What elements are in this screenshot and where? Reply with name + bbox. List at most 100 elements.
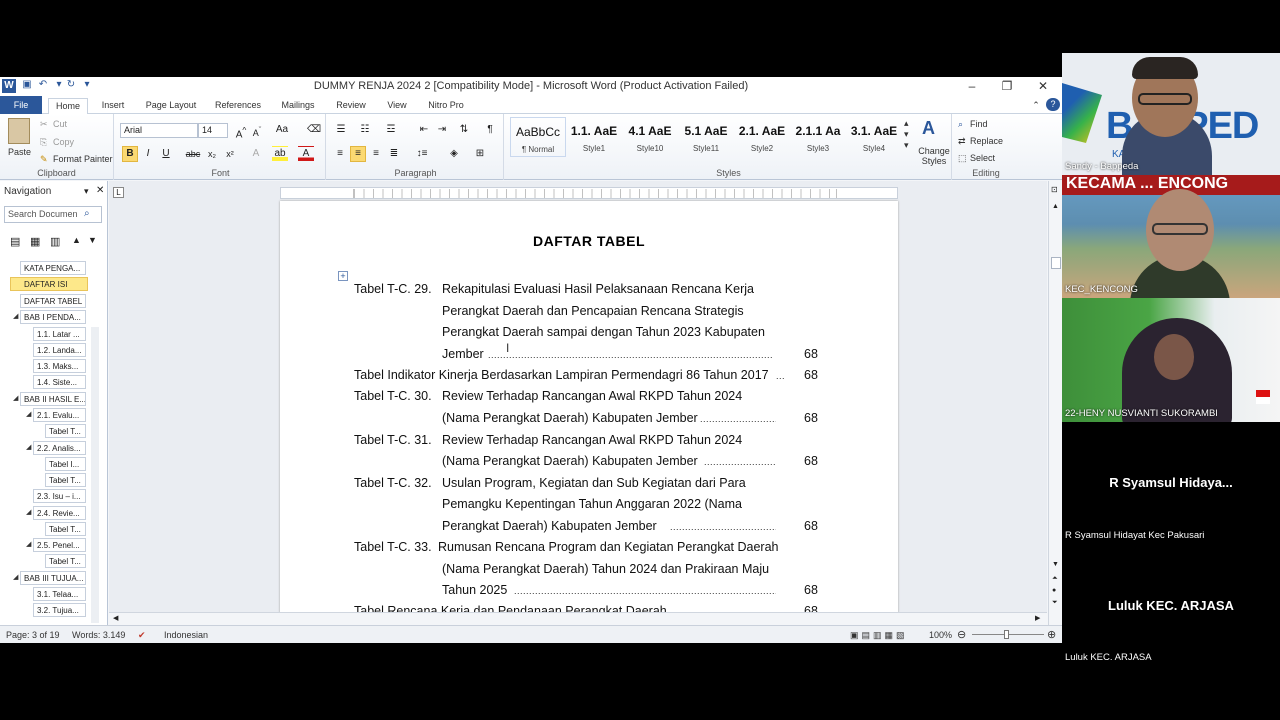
toc-entry-line[interactable]: (Nama Perangkat Daerah) Tahun 2024 dan P… (442, 560, 783, 578)
nav-heading-item[interactable]: BAB I PENDA... (20, 310, 86, 324)
toc-entry-line[interactable]: (Nama Perangkat Daerah) Kabupaten Jember (442, 452, 698, 470)
highlight-icon[interactable]: ab (272, 146, 288, 162)
language-indicator[interactable]: Indonesian (164, 630, 208, 640)
minimize-button[interactable]: – (955, 77, 989, 96)
toc-page-number[interactable]: 68 (804, 409, 818, 427)
participant-tile-luluk[interactable]: Luluk KEC. ARJASA Luluk KEC. ARJASA (1062, 546, 1280, 668)
style-style3[interactable]: 2.1.1 Aa Style3 (790, 117, 846, 157)
borders-icon[interactable]: ⊞ (470, 146, 490, 162)
participant-tile-kencong[interactable]: KECAMA ... ENCONG KEC_KENCONG (1062, 175, 1280, 298)
nav-heading-item[interactable]: Tabel I... (45, 457, 86, 471)
shading-icon[interactable]: ◈ (444, 146, 464, 162)
shrink-font-icon[interactable]: Aˇ (250, 122, 264, 138)
align-left-icon[interactable]: ≡ (332, 146, 348, 162)
ruler-toggle-icon[interactable]: ⊡ (1051, 185, 1058, 194)
collapse-caret-icon[interactable]: ◢ (26, 508, 31, 516)
close-button[interactable]: ✕ (1026, 77, 1060, 96)
copy-icon[interactable]: ⎘ (40, 137, 47, 148)
select-icon[interactable]: ⬚ (958, 153, 967, 164)
tab-references[interactable]: References (210, 98, 266, 114)
horizontal-scrollbar[interactable]: ◀ ▶ (109, 612, 1047, 625)
toc-page-number[interactable]: 68 (804, 345, 818, 363)
toc-entry-line[interactable]: Perangkat Daerah dan Pencapaian Rencana … (442, 302, 783, 320)
toc-entry-line[interactable]: Review Terhadap Rancangan Awal RKPD Tahu… (442, 431, 783, 449)
font-color-icon[interactable]: A (298, 146, 314, 162)
font-name-combo[interactable]: Arial (120, 123, 198, 138)
scroll-thumb[interactable] (1051, 257, 1061, 269)
replace-icon[interactable]: ⇄ (958, 136, 966, 147)
cut-icon[interactable]: ✂ (40, 119, 48, 130)
clear-formatting-icon[interactable]: ⌫ (306, 122, 322, 138)
nav-heading-item[interactable]: 1.4. Siste... (33, 375, 86, 389)
participant-tile-heny[interactable]: 22-HENY NUSVIANTI SUKORAMBI (1062, 298, 1280, 422)
decrease-indent-icon[interactable]: ⇤ (416, 122, 432, 138)
numbering-icon[interactable]: ☷ (356, 122, 374, 138)
toc-entry-prefix[interactable]: Tabel T-C. 30. (354, 387, 432, 405)
restore-button[interactable]: ❐ (990, 77, 1024, 96)
superscript-button[interactable]: x² (222, 146, 238, 162)
nav-heading-item[interactable]: Tabel T... (45, 522, 86, 536)
select-button[interactable]: Select (970, 153, 995, 163)
toc-page-number[interactable]: 68 (804, 452, 818, 470)
zoom-out-icon[interactable]: ⊖ (957, 628, 966, 641)
cut-button[interactable]: Cut (53, 119, 67, 129)
styles-more-icon[interactable]: ▴ ▾ ▾ (904, 118, 909, 151)
vertical-scrollbar[interactable]: ⊡ ▲ ▼ ⏶ ● ⏷ (1048, 181, 1062, 625)
align-right-icon[interactable]: ≡ (368, 146, 384, 162)
nav-heading-item[interactable]: 2.5. Penel... (33, 538, 86, 552)
nav-heading-item[interactable]: BAB III TUJUA... (20, 571, 86, 585)
justify-icon[interactable]: ≣ (386, 146, 402, 162)
toc-entry-prefix[interactable]: Tabel T-C. 33. (354, 538, 432, 556)
view-buttons-icon[interactable]: ▣▤▥▦▧ (850, 630, 908, 641)
toc-entry-prefix[interactable]: Tabel T-C. 29. (354, 280, 432, 298)
document-page[interactable]: DAFTAR TABEL + Tabel T-C. 29. Rekapitula… (280, 201, 898, 613)
nav-heading-item[interactable]: DAFTAR TABEL (20, 294, 86, 308)
nav-heading-item[interactable]: KATA PENGA... (20, 261, 86, 275)
nav-heading-item[interactable]: BAB II HASIL E... (20, 392, 86, 406)
participant-tile-sandy[interactable]: BAPPED KA ... BER Sandy - Bappeda (1062, 53, 1280, 175)
toc-entry-line[interactable]: Rekapitulasi Evaluasi Hasil Pelaksanaan … (442, 280, 783, 298)
previous-page-icon[interactable]: ⏶ (1052, 575, 1058, 583)
tab-selector-icon[interactable]: L (113, 187, 124, 198)
italic-button[interactable]: I (140, 146, 156, 162)
scroll-up-icon[interactable]: ▲ (1052, 203, 1059, 210)
style-style10[interactable]: 4.1 AaE Style10 (622, 117, 678, 157)
zoom-in-icon[interactable]: ⊕ (1047, 628, 1056, 641)
toc-entry-line[interactable]: Usulan Program, Kegiatan dan Sub Kegiata… (442, 474, 783, 492)
style-normal[interactable]: AaBbCc ¶ Normal (510, 117, 566, 157)
format-painter-button[interactable]: Format Painter (53, 154, 113, 164)
underline-button[interactable]: U (158, 146, 174, 162)
nav-heading-item[interactable]: 1.1. Latar ... (33, 327, 86, 341)
page-count[interactable]: Page: 3 of 19 (6, 630, 60, 640)
scroll-left-icon[interactable]: ◀ (113, 614, 118, 622)
nav-heading-item-active[interactable]: DAFTAR ISI (10, 277, 88, 291)
strikethrough-button[interactable]: abc (184, 146, 202, 162)
minimize-ribbon-icon[interactable]: ⌃ (1030, 98, 1042, 114)
toc-entry-line[interactable]: Perangkat Daerah) Kabupaten Jember (442, 517, 657, 535)
nav-heading-item[interactable]: 2.4. Revie... (33, 506, 86, 520)
tab-nitro-pro[interactable]: Nitro Pro (420, 98, 472, 114)
paste-button[interactable]: Paste (8, 147, 31, 157)
copy-button[interactable]: Copy (53, 137, 74, 147)
browse-pages-icon[interactable]: ▦ (30, 235, 40, 248)
line-spacing-icon[interactable]: ↕≡ (412, 146, 432, 162)
text-effects-icon[interactable]: A (248, 146, 264, 162)
collapse-caret-icon[interactable]: ◢ (26, 540, 31, 548)
table-move-handle-icon[interactable]: + (338, 271, 348, 281)
zoom-slider-thumb[interactable] (1004, 630, 1009, 639)
nav-up-icon[interactable]: ▲ (72, 235, 81, 245)
collapse-caret-icon[interactable]: ◢ (13, 394, 18, 402)
nav-options-icon[interactable]: ▾ (84, 186, 89, 197)
nav-heading-item[interactable]: Tabel T... (45, 554, 86, 568)
paste-icon[interactable] (8, 118, 30, 144)
next-page-icon[interactable]: ⏷ (1052, 599, 1058, 607)
scroll-right-icon[interactable]: ▶ (1035, 614, 1040, 622)
increase-indent-icon[interactable]: ⇥ (434, 122, 450, 138)
font-size-combo[interactable]: 14 (198, 123, 228, 138)
tab-insert[interactable]: Insert (96, 98, 130, 114)
style-style4[interactable]: 3.1. AaE Style4 (846, 117, 902, 157)
align-center-icon[interactable]: ≡ (350, 146, 366, 162)
change-styles-button[interactable]: Change Styles (916, 146, 952, 166)
find-icon[interactable]: ⌕ (958, 119, 963, 130)
toc-entry-prefix[interactable]: Tabel T-C. 31. (354, 431, 432, 449)
